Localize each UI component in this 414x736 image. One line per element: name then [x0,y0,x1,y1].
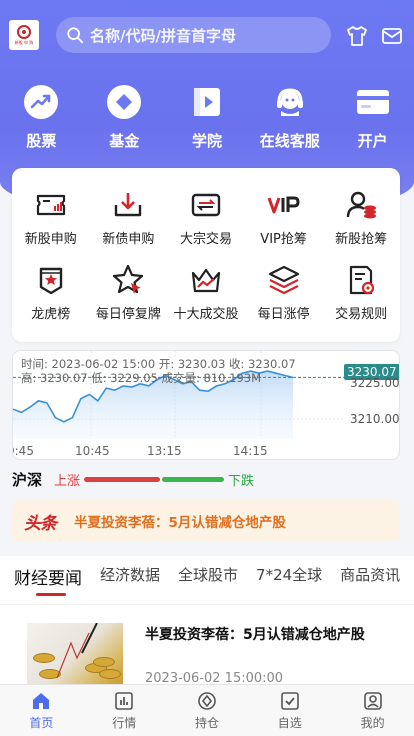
tab-global-markets[interactable]: 全球股市 [178,556,238,585]
x-tick-label: 13:15 [147,444,182,458]
diamond-icon [107,85,142,119]
document-gear-icon [350,265,375,295]
market-name: 沪深 [12,470,43,489]
tab-24h-global[interactable]: 7*24全球 [256,556,322,585]
search-input[interactable]: 名称/代码/拼音首字母 [56,17,331,53]
chart-bars-icon [115,692,133,710]
target-icon [198,692,216,710]
news-title: 半夏投资李蓓：5月认错减仓地产股 [145,627,365,643]
feature-new-stock-grab[interactable]: 新股抢筹 [322,188,400,247]
tab-economic-data[interactable]: 经济数据 [100,556,160,585]
headline-banner[interactable]: 头条 半夏投资李蓓：5月认错减仓地产股 [12,500,400,542]
headline-tag: 头条 [24,513,57,534]
quick-open-account[interactable]: 开户 [331,84,414,151]
mail-icon[interactable] [380,24,404,48]
person-coins-icon [346,191,377,219]
feature-trading-rules[interactable]: 交易规则 [322,263,400,322]
trend-up-icon [24,85,59,119]
home-icon [33,693,50,709]
falling-bar [162,476,225,482]
star-cursor-icon [113,264,144,294]
bottom-nav: 首页 行情 持仓 自选 我的 [0,684,414,736]
news-thumbnail [27,623,123,685]
y-tick-label: 3210.00 [350,412,400,426]
nav-home[interactable]: 首页 [0,685,83,736]
quick-support[interactable]: 在线客服 [248,84,331,151]
nav-positions[interactable]: 持仓 [166,685,249,736]
feature-daily-suspension[interactable]: 每日停复牌 [90,263,168,322]
news-item[interactable]: 半夏投资李蓓：5月认错减仓地产股 2023-06-02 15:00:00 [0,604,414,686]
chart-info-row-2: 高: 3230.07 低: 3229.05 成交量: 810.193M [21,371,261,385]
download-tray-icon [115,193,142,217]
crown-chart-icon [191,268,221,293]
market-breadth[interactable]: 沪深 上涨 下跌 [12,468,402,490]
quick-funds[interactable]: 基金 [83,84,166,151]
feature-ipo-subscribe[interactable]: 新股申购 [12,188,90,247]
y-tick-label: 3225.00 [350,376,400,390]
feature-grid-card: 新股申购 新债申购 大宗交易 VIP抢筹 新股抢筹 龙虎榜 每日停复牌 十大成交… [12,168,400,342]
feature-daily-limit-up[interactable]: 每日涨停 [245,263,323,322]
nav-profile[interactable]: 我的 [331,685,414,736]
feature-vip-grab[interactable]: VIP抢筹 [245,188,323,247]
x-tick-label: 9:45 [13,444,34,458]
shirt-icon[interactable] [345,24,369,48]
exchange-icon [191,193,221,217]
headline-text: 半夏投资李蓓：5月认错减仓地产股 [74,515,286,531]
headset-icon [276,88,303,116]
layers-icon [268,265,299,295]
x-tick-label: 14:15 [233,444,268,458]
x-tick-label: 10:45 [75,444,110,458]
tab-commodity-news[interactable]: 商品资讯 [340,556,400,585]
video-book-icon [193,88,220,116]
quick-stocks[interactable]: 股票 [0,84,83,151]
app-logo: 新股 申 购 [9,20,39,50]
feature-block-trade[interactable]: 大宗交易 [167,188,245,247]
vip-icon [267,196,300,214]
user-badge-icon [363,692,382,710]
card-icon [356,90,389,114]
search-icon [67,27,84,44]
badge-star-icon [39,267,62,295]
falling-label: 下跌 [228,473,255,489]
ticket-icon [36,194,65,216]
feature-dragon-tiger[interactable]: 龙虎榜 [12,263,90,322]
rising-label: 上涨 [54,473,81,489]
quick-academy[interactable]: 学院 [166,84,249,151]
news-tabs: 财经要闻 经济数据 全球股市 7*24全球 商品资讯 [0,556,414,604]
check-box-icon [280,692,299,710]
feature-bond-subscribe[interactable]: 新债申购 [90,188,168,247]
rising-bar [84,476,161,482]
quick-actions: 股票 基金 学院 在线客服 开户 [0,84,414,151]
feature-top-ten-trades[interactable]: 十大成交股 [167,263,245,322]
tab-finance-news[interactable]: 财经要闻 [14,556,82,596]
nav-market[interactable]: 行情 [83,685,166,736]
index-chart[interactable]: 时间: 2023-06-02 15:00 开: 3230.03 收: 3230.… [12,350,400,460]
search-placeholder: 名称/代码/拼音首字母 [90,26,236,45]
nav-watchlist[interactable]: 自选 [248,685,331,736]
